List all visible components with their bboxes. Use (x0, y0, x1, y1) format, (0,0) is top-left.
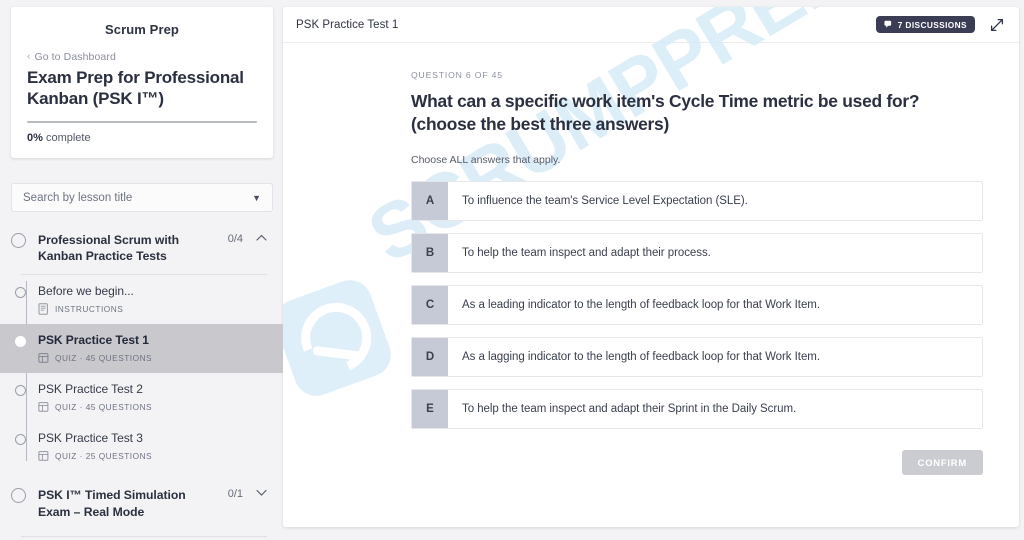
sidebar-section-practice-tests[interactable]: Professional Scrum with Kanban Practice … (0, 222, 283, 274)
answer-letter: B (412, 234, 448, 273)
answer-text: To help the team inspect and adapt their… (462, 403, 797, 416)
lesson-status-circle (15, 385, 26, 397)
quiz-card: PSK Practice Test 1 7 DISCUSSIONS SCRUMP… (283, 7, 1019, 527)
app-root: Scrum Prep ‹ Go to Dashboard Exam Prep f… (0, 0, 1024, 540)
section-status-circle (11, 233, 26, 248)
lesson-meta-label: QUIZ · 45 QUESTIONS (55, 353, 153, 364)
lesson-meta: QUIZ · 25 QUESTIONS (38, 450, 267, 462)
quiz-header: PSK Practice Test 1 7 DISCUSSIONS (283, 7, 1019, 43)
section-progress-count: 0/1 (227, 488, 243, 501)
answer-option-a[interactable]: A To influence the team's Service Level … (411, 181, 983, 222)
answer-letter: A (412, 182, 448, 221)
progress-bar (27, 121, 257, 124)
lesson-meta: INSTRUCTIONS (38, 303, 267, 316)
answer-option-c[interactable]: C As a leading indicator to the length o… (411, 285, 983, 326)
question-counter: QUESTION 6 OF 45 (411, 70, 503, 80)
quiz-icon (38, 353, 49, 364)
answer-letter: E (412, 390, 448, 429)
answer-option-e[interactable]: E To help the team inspect and adapt the… (411, 389, 983, 430)
quiz-icon (38, 451, 49, 462)
lesson-status-circle (15, 434, 26, 446)
lesson-body: Before we begin... INSTRUCTIONS (38, 284, 267, 316)
lesson-name: PSK Practice Test 2 (38, 382, 143, 397)
lesson-body: PSK Practice Test 3 QUIZ · 25 QUESTIONS (38, 431, 267, 462)
sidebar: Scrum Prep ‹ Go to Dashboard Exam Prep f… (0, 0, 283, 540)
discussions-label: 7 DISCUSSIONS (897, 19, 967, 30)
section-title: PSK I™ Timed Simulation Exam – Real Mode (38, 488, 186, 519)
course-title: Exam Prep for Professional Kanban (PSK I… (27, 68, 244, 108)
question-instruction: Choose ALL answers that apply. (411, 154, 561, 167)
confirm-button[interactable]: CONFIRM (901, 450, 983, 476)
answer-option-d[interactable]: D As a lagging indicator to the length o… (411, 337, 983, 378)
lesson-item-psk-practice-test-3[interactable]: PSK Practice Test 3 QUIZ · 25 QUESTIONS (0, 422, 283, 471)
confirm-row: CONFIRM (411, 450, 983, 476)
answer-letter: C (412, 286, 448, 325)
lesson-body: PSK Practice Test 1 QUIZ · 45 QUESTIONS (38, 333, 267, 364)
expand-button[interactable] (989, 17, 1005, 33)
answer-text: As a leading indicator to the length of … (462, 299, 820, 312)
chat-icon (884, 20, 891, 28)
section-status-circle (11, 488, 26, 504)
lesson-name: PSK Practice Test 1 (38, 333, 149, 348)
lesson-status-circle (15, 287, 26, 299)
chevron-down-icon: ▼ (252, 192, 261, 203)
expand-icon (990, 18, 1004, 31)
question-content: QUESTION 6 OF 45 What can a specific wor… (283, 70, 1019, 476)
quiz-body: SCRUMPPREP QUESTION 6 OF 45 What can a s… (283, 7, 1019, 527)
chevron-down-glyph (255, 490, 267, 497)
go-to-dashboard-label: Go to Dashboard (34, 51, 116, 63)
lesson-item-psk-practice-test-2[interactable]: PSK Practice Test 2 QUIZ · 45 QUESTIONS (0, 373, 283, 422)
lesson-meta-label: QUIZ · 45 QUESTIONS (55, 402, 153, 413)
lesson-name: Before we begin... (38, 284, 134, 299)
lesson-item-before-we-begin[interactable]: Before we begin... INSTRUCTIONS (0, 275, 283, 324)
go-to-dashboard-link[interactable]: ‹ Go to Dashboard (27, 51, 257, 63)
document-icon (38, 303, 48, 316)
lesson-meta-label: INSTRUCTIONS (55, 304, 124, 315)
answer-letter: D (412, 338, 448, 377)
lesson-status-circle-active (15, 336, 26, 348)
search-placeholder: Search by lesson title (23, 191, 133, 204)
section-title: Professional Scrum with Kanban Practice … (38, 233, 180, 264)
discussions-button[interactable]: 7 DISCUSSIONS (875, 16, 975, 33)
lesson-meta: QUIZ · 45 QUESTIONS (38, 352, 267, 364)
answer-text: As a lagging indicator to the length of … (462, 351, 820, 364)
progress-suffix: complete (42, 132, 91, 145)
search-input[interactable]: Search by lesson title ▼ (11, 183, 273, 212)
answer-option-b[interactable]: B To help the team inspect and adapt the… (411, 233, 983, 274)
quiz-header-title: PSK Practice Test 1 (296, 18, 399, 31)
lesson-body: PSK Practice Test 2 QUIZ · 45 QUESTIONS (38, 382, 267, 413)
progress-label: 0% complete (27, 132, 257, 144)
sidebar-section-timed-simulation-exam[interactable]: PSK I™ Timed Simulation Exam – Real Mode… (0, 471, 283, 529)
answer-text: To help the team inspect and adapt their… (462, 247, 711, 260)
chevron-up-icon[interactable] (255, 232, 267, 244)
quiz-icon (38, 402, 49, 413)
answer-text: To influence the team's Service Level Ex… (462, 195, 748, 208)
answer-options: A To influence the team's Service Level … (411, 181, 983, 430)
lesson-list: Professional Scrum with Kanban Practice … (0, 222, 283, 540)
lesson-item-psk-practice-test-1[interactable]: PSK Practice Test 1 QUIZ · 45 QUESTIONS (0, 324, 283, 374)
lesson-meta: QUIZ · 45 QUESTIONS (38, 401, 267, 413)
main-area: PSK Practice Test 1 7 DISCUSSIONS SCRUMP… (283, 0, 1024, 540)
chevron-left-icon: ‹ (27, 51, 31, 62)
brand-title: Scrum Prep (105, 22, 179, 37)
lesson-meta-label: QUIZ · 25 QUESTIONS (55, 451, 153, 462)
chevron-up-glyph (255, 234, 267, 241)
lesson-group: Before we begin... INSTRUCTIONS PSK Prac… (0, 275, 283, 471)
question-text: What can a specific work item's Cycle Ti… (411, 91, 920, 135)
lesson-name: PSK Practice Test 3 (38, 431, 143, 446)
progress-percent: 0% (27, 132, 43, 145)
section-progress-count: 0/4 (227, 233, 243, 245)
course-card: Scrum Prep ‹ Go to Dashboard Exam Prep f… (11, 7, 273, 159)
chevron-down-icon[interactable] (255, 487, 267, 499)
